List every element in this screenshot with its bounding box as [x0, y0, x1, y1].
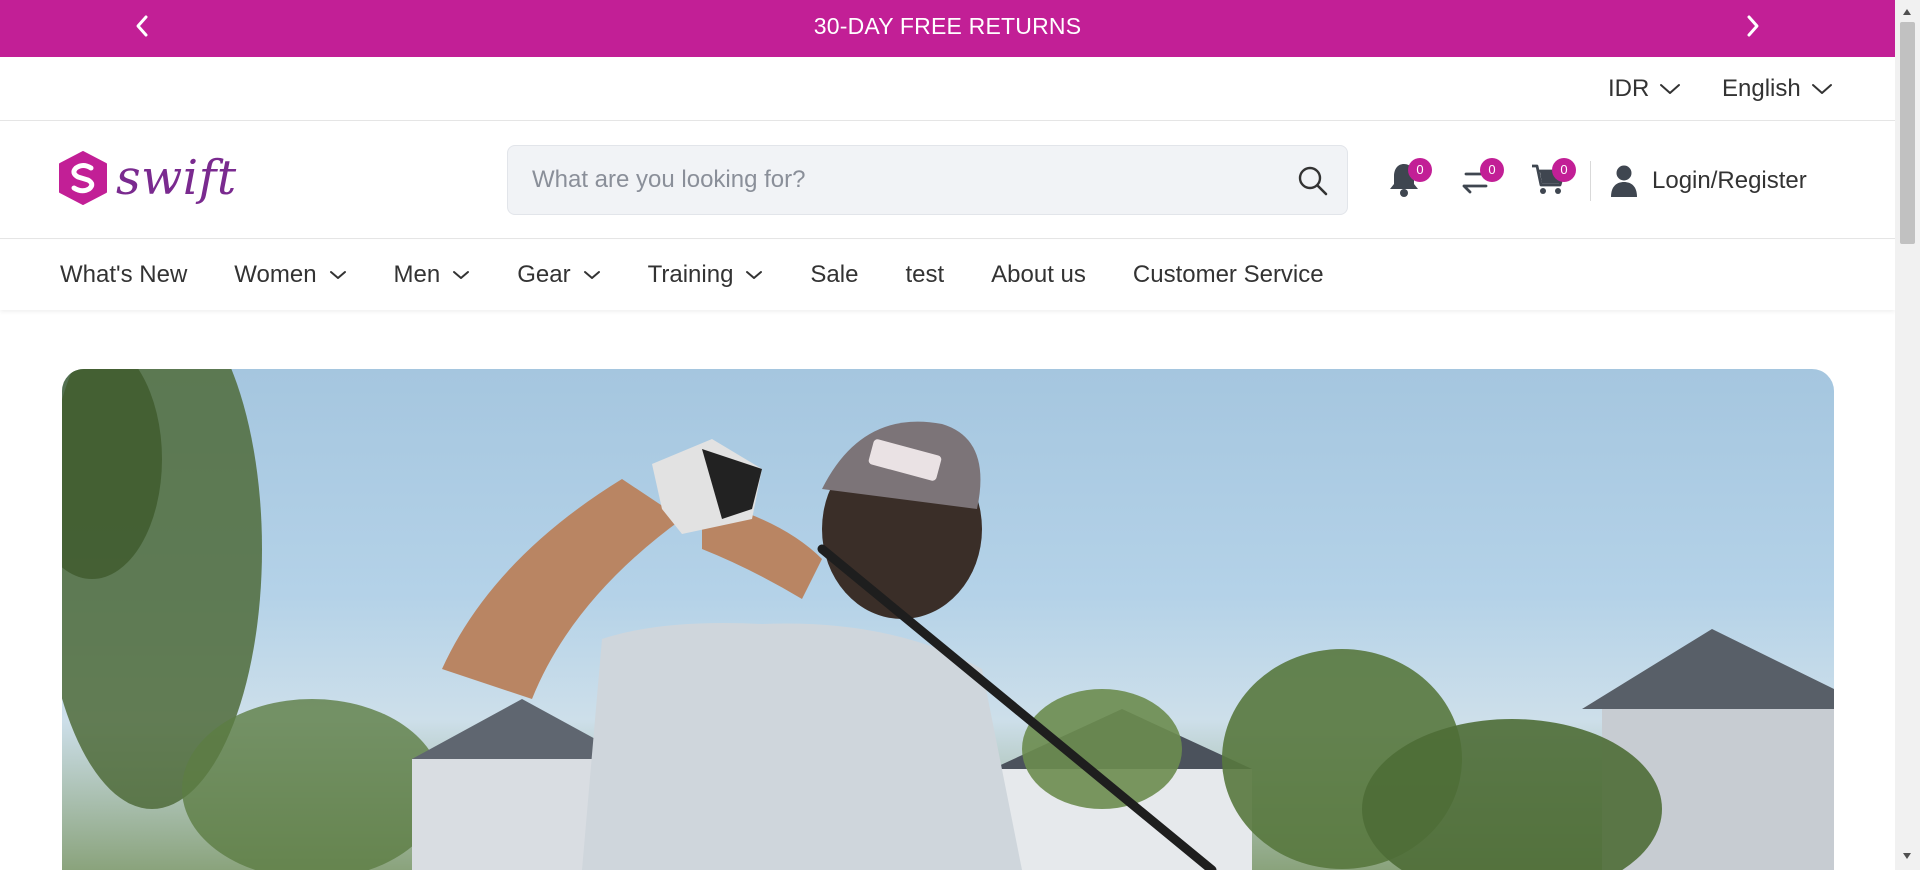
nav-item-test[interactable]: test — [905, 261, 944, 289]
login-register-link[interactable]: Login/Register — [1610, 161, 1807, 201]
language-selector[interactable]: English — [1722, 57, 1833, 121]
nav-item-label: Sale — [810, 261, 859, 288]
nav-item-label: About us — [991, 261, 1086, 288]
search-bar — [507, 145, 1348, 215]
nav-item-label: Men — [393, 261, 441, 288]
nav-item-sale[interactable]: Sale — [810, 261, 858, 289]
nav-item-training[interactable]: Training — [648, 261, 764, 289]
nav-item-label: Women — [234, 261, 317, 288]
chevron-down-icon — [746, 271, 763, 279]
currency-selector[interactable]: IDR — [1608, 57, 1681, 121]
scroll-up-icon[interactable] — [1902, 8, 1912, 16]
compare-badge: 0 — [1480, 158, 1504, 182]
chevron-down-icon — [1660, 84, 1681, 94]
nav-item-label: Customer Service — [1132, 261, 1324, 288]
logo-text: swift — [116, 150, 237, 206]
chevron-right-icon — [1747, 15, 1759, 37]
cart-badge: 0 — [1552, 158, 1576, 182]
nav-item-whats-new[interactable]: What's New — [60, 261, 187, 289]
golfer-photo — [62, 369, 1834, 870]
header-divider — [1590, 161, 1591, 201]
chevron-down-icon — [453, 271, 470, 279]
nav-item-men[interactable]: Men — [394, 261, 471, 289]
notifications-badge: 0 — [1408, 158, 1432, 182]
page-scrollbar[interactable] — [1895, 0, 1920, 870]
nav-item-label: What's New — [60, 261, 188, 288]
scrollbar-thumb[interactable] — [1900, 22, 1915, 244]
utility-bar: IDR English — [0, 57, 1895, 121]
site-header: swift 0 0 0 Login/Register — [0, 121, 1895, 239]
scroll-down-icon[interactable] — [1902, 852, 1912, 860]
chevron-down-icon — [1811, 84, 1832, 94]
language-label: English — [1722, 75, 1801, 102]
nav-item-label: Training — [647, 261, 734, 288]
main-navigation: What's New Women Men Gear Training Sale … — [0, 240, 1895, 310]
currency-label: IDR — [1608, 75, 1650, 102]
login-label: Login/Register — [1652, 167, 1807, 194]
logo[interactable]: swift — [58, 150, 237, 206]
search-button[interactable] — [1297, 165, 1329, 197]
chevron-down-icon — [583, 271, 600, 279]
promo-text: 30-DAY FREE RETURNS — [813, 13, 1082, 39]
search-icon — [1298, 166, 1328, 196]
promo-banner: 30-DAY FREE RETURNS — [0, 0, 1895, 57]
nav-item-gear[interactable]: Gear — [517, 261, 600, 289]
nav-item-women[interactable]: Women — [234, 261, 346, 289]
compare-button[interactable]: 0 — [1458, 158, 1504, 200]
nav-item-label: Gear — [517, 261, 571, 288]
promo-next-button[interactable] — [1737, 10, 1769, 42]
search-input[interactable] — [508, 146, 1288, 214]
nav-item-label: test — [905, 261, 945, 288]
hero-banner-image[interactable] — [62, 369, 1834, 870]
logo-mark-icon — [59, 151, 107, 205]
nav-item-about-us[interactable]: About us — [991, 261, 1086, 289]
user-icon — [1611, 165, 1637, 197]
chevron-down-icon — [329, 271, 346, 279]
notifications-button[interactable]: 0 — [1386, 158, 1432, 200]
nav-item-customer-service[interactable]: Customer Service — [1133, 261, 1324, 289]
cart-button[interactable]: 0 — [1530, 158, 1576, 200]
